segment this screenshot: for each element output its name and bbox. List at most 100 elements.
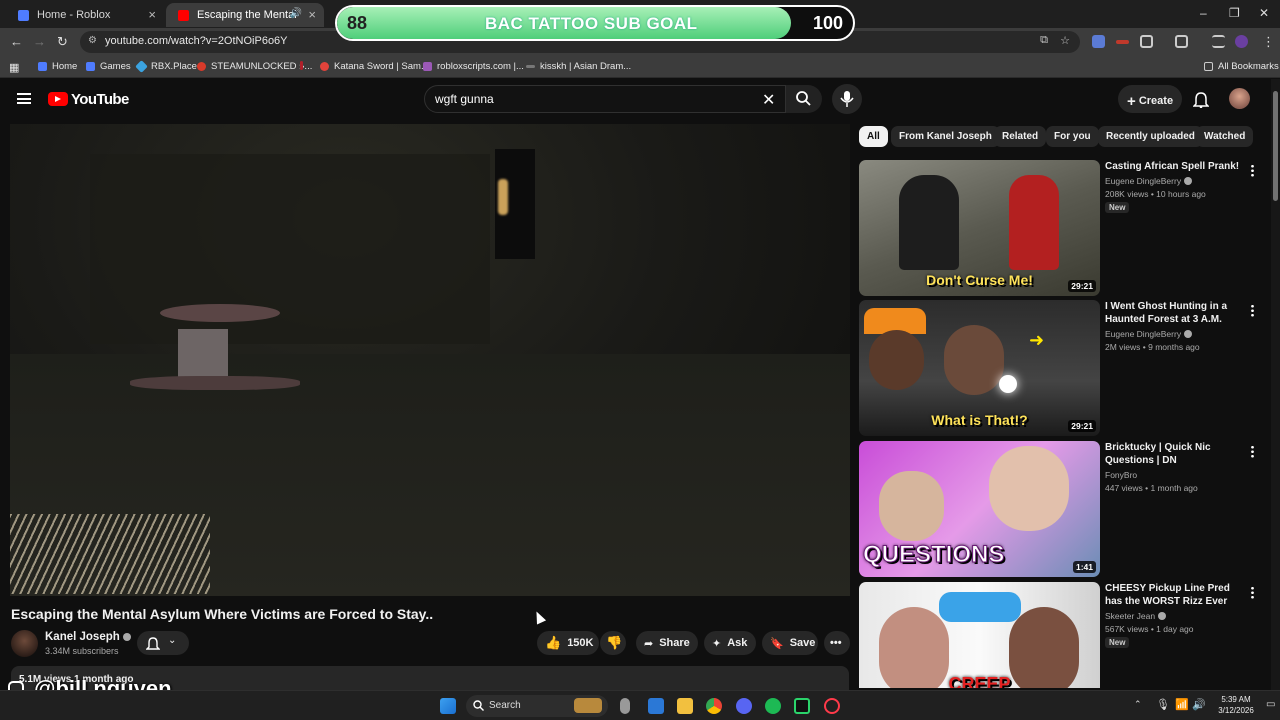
recommendation-item[interactable]: CREEP CHEESY Pickup Line Pred has the WO… — [859, 582, 1269, 688]
notification-center-icon[interactable]: ▭ — [1266, 699, 1275, 710]
recommendation-title[interactable]: CHEESY Pickup Line Pred has the WORST Ri… — [1105, 582, 1247, 608]
file-explorer-icon[interactable] — [677, 698, 693, 714]
recommendation-item[interactable]: ➜ What is That!? 29:21 I Went Ghost Hunt… — [859, 300, 1269, 436]
tab-roblox-home[interactable]: Home - Roblox × — [6, 3, 164, 27]
more-vert-icon[interactable] — [1251, 164, 1254, 177]
account-avatar[interactable] — [1229, 88, 1250, 109]
video-thumbnail[interactable]: ➜ What is That!? 29:21 — [859, 300, 1100, 436]
ask-button[interactable]: ✦ Ask — [704, 631, 756, 655]
wifi-icon[interactable]: 📶 — [1175, 698, 1189, 711]
recommendation-item[interactable]: Don't Curse Me! 29:21 Casting African Sp… — [859, 160, 1269, 296]
like-button[interactable]: 👍 150K — [537, 631, 599, 655]
extension-icon[interactable] — [1116, 40, 1129, 44]
recommendation-item[interactable]: QUESTIONS 1:41 Bricktucky | Quick Nic Qu… — [859, 441, 1269, 577]
recommendation-channel[interactable]: Eugene DingleBerry — [1105, 329, 1193, 339]
voice-search-button[interactable] — [832, 84, 862, 114]
browser-menu-icon[interactable]: ⋮ — [1262, 34, 1275, 50]
recommendation-channel[interactable]: Eugene DingleBerry — [1105, 176, 1193, 186]
close-tab-icon[interactable]: × — [308, 7, 316, 22]
dislike-button[interactable]: 👎 — [600, 631, 626, 655]
clear-search-icon[interactable]: ✕ — [762, 90, 775, 110]
volume-icon[interactable]: 🔊 — [1192, 698, 1206, 711]
create-button[interactable]: + Create — [1118, 85, 1182, 113]
speaker-icon[interactable]: 🔊 — [290, 8, 302, 19]
channel-avatar[interactable] — [11, 630, 38, 657]
spotify-icon[interactable] — [765, 698, 781, 714]
chip-recently-uploaded[interactable]: Recently uploaded — [1098, 126, 1203, 147]
chrome-icon[interactable] — [706, 698, 722, 714]
extension-icon[interactable] — [1092, 35, 1105, 48]
close-tab-icon[interactable]: × — [148, 7, 156, 22]
hamburger-menu-icon[interactable] — [17, 93, 31, 104]
chip-for-you[interactable]: For you — [1046, 126, 1099, 147]
save-button[interactable]: 🔖 Save — [762, 631, 818, 655]
youtube-logo-icon[interactable] — [48, 92, 68, 106]
windows-start-icon[interactable] — [440, 698, 456, 714]
recommendation-title[interactable]: Bricktucky | Quick Nic Questions | DN — [1105, 441, 1247, 467]
recommendation-channel[interactable]: Skeeter Jean — [1105, 611, 1167, 621]
store-icon[interactable] — [648, 698, 664, 714]
back-icon[interactable]: ← — [10, 34, 23, 49]
bookmark-home[interactable]: Home — [38, 61, 77, 72]
chip-watched[interactable]: Watched — [1196, 126, 1254, 147]
taskbar-clock[interactable]: 5:39 AM 3/12/2026 — [1211, 694, 1261, 716]
folder-icon — [1204, 62, 1213, 71]
more-vert-icon[interactable] — [1251, 445, 1254, 458]
minimize-button[interactable]: – — [1200, 6, 1207, 20]
more-vert-icon[interactable] — [1251, 304, 1254, 317]
all-bookmarks[interactable]: All Bookmarks — [1204, 61, 1279, 72]
video-player[interactable] — [10, 124, 850, 596]
chip-from-channel[interactable]: From Kanel Joseph — [891, 126, 1000, 147]
app-icon[interactable] — [794, 698, 810, 714]
bookmark-rbx-place[interactable]: RBX.Place — [135, 60, 197, 73]
chip-all[interactable]: All — [859, 126, 888, 147]
reload-icon[interactable]: ↻ — [57, 34, 68, 50]
profile-avatar[interactable] — [1235, 35, 1248, 48]
discord-icon[interactable] — [736, 698, 752, 714]
side-panel-icon[interactable] — [1175, 35, 1188, 48]
apps-grid-icon[interactable]: ▦ — [9, 61, 19, 74]
site-info-icon[interactable]: ⚙ — [88, 35, 97, 46]
video-thumbnail[interactable]: CREEP — [859, 582, 1100, 688]
chevron-up-icon[interactable]: ⌃ — [1134, 699, 1142, 710]
forward-icon[interactable]: → — [33, 34, 46, 49]
bookmark-label: kisskh | Asian Dram... — [540, 61, 632, 72]
maximize-button[interactable]: ❐ — [1229, 6, 1240, 20]
taskbar-search-box[interactable]: Search — [466, 695, 608, 717]
bookmark-robloxscripts[interactable]: robloxscripts.com |... — [423, 61, 524, 72]
scrollbar-thumb[interactable] — [1273, 91, 1278, 201]
close-window-button[interactable]: ✕ — [1259, 6, 1269, 20]
more-actions-button[interactable]: ••• — [824, 631, 850, 655]
reading-list-icon[interactable] — [1212, 35, 1225, 48]
channel-name[interactable]: Kanel Joseph — [45, 631, 131, 643]
recommendation-title[interactable]: Casting African Spell Prank! — [1105, 160, 1247, 173]
share-button[interactable]: ➦ Share — [636, 631, 698, 655]
page-scrollbar[interactable] — [1271, 79, 1280, 690]
video-duration: 29:21 — [1068, 420, 1096, 432]
notifications-bell-icon[interactable] — [1193, 91, 1209, 108]
bookmark-games[interactable]: Games — [86, 61, 131, 72]
video-thumbnail[interactable]: Don't Curse Me! 29:21 — [859, 160, 1100, 296]
search-button[interactable] — [786, 85, 822, 113]
extensions-puzzle-icon[interactable] — [1140, 35, 1153, 48]
url-text: youtube.com/watch?v=2OtNOiP6o6Y — [105, 35, 288, 47]
copilot-icon[interactable] — [620, 698, 630, 714]
video-thumbnail[interactable]: QUESTIONS 1:41 — [859, 441, 1100, 577]
bookmark-star-icon[interactable]: ☆ — [1060, 34, 1070, 47]
bookmark-katana-sword[interactable]: Katana Sword | Sam... — [320, 61, 429, 72]
install-app-icon[interactable]: ⧉ — [1040, 34, 1048, 47]
microphone-icon[interactable]: 🎙 — [1156, 698, 1170, 711]
opera-icon[interactable] — [824, 698, 840, 714]
bookmark-steamunlocked[interactable]: STEAMUNLOCKED »... — [197, 61, 312, 72]
thumbs-up-icon: 👍 — [545, 635, 562, 650]
bookmark-kisskh[interactable]: kisskh | Asian Dram... — [526, 61, 631, 72]
more-vert-icon[interactable] — [1251, 586, 1254, 599]
sub-goal-overlay: 88 BAC TATTOO SUB GOAL 100 — [335, 5, 855, 41]
chip-related[interactable]: Related — [994, 126, 1047, 147]
recommendation-title[interactable]: I Went Ghost Hunting in a Haunted Forest… — [1105, 300, 1247, 326]
tab-youtube-video[interactable]: Escaping the Mental Asylu 🔊 × — [166, 3, 324, 27]
youtube-logo-text[interactable]: YouTube — [71, 91, 129, 108]
subscription-bell-button[interactable]: ⌄ — [137, 631, 189, 655]
recommendation-channel[interactable]: FonyBro — [1105, 470, 1137, 480]
search-input[interactable]: wgft gunna — [424, 85, 786, 113]
